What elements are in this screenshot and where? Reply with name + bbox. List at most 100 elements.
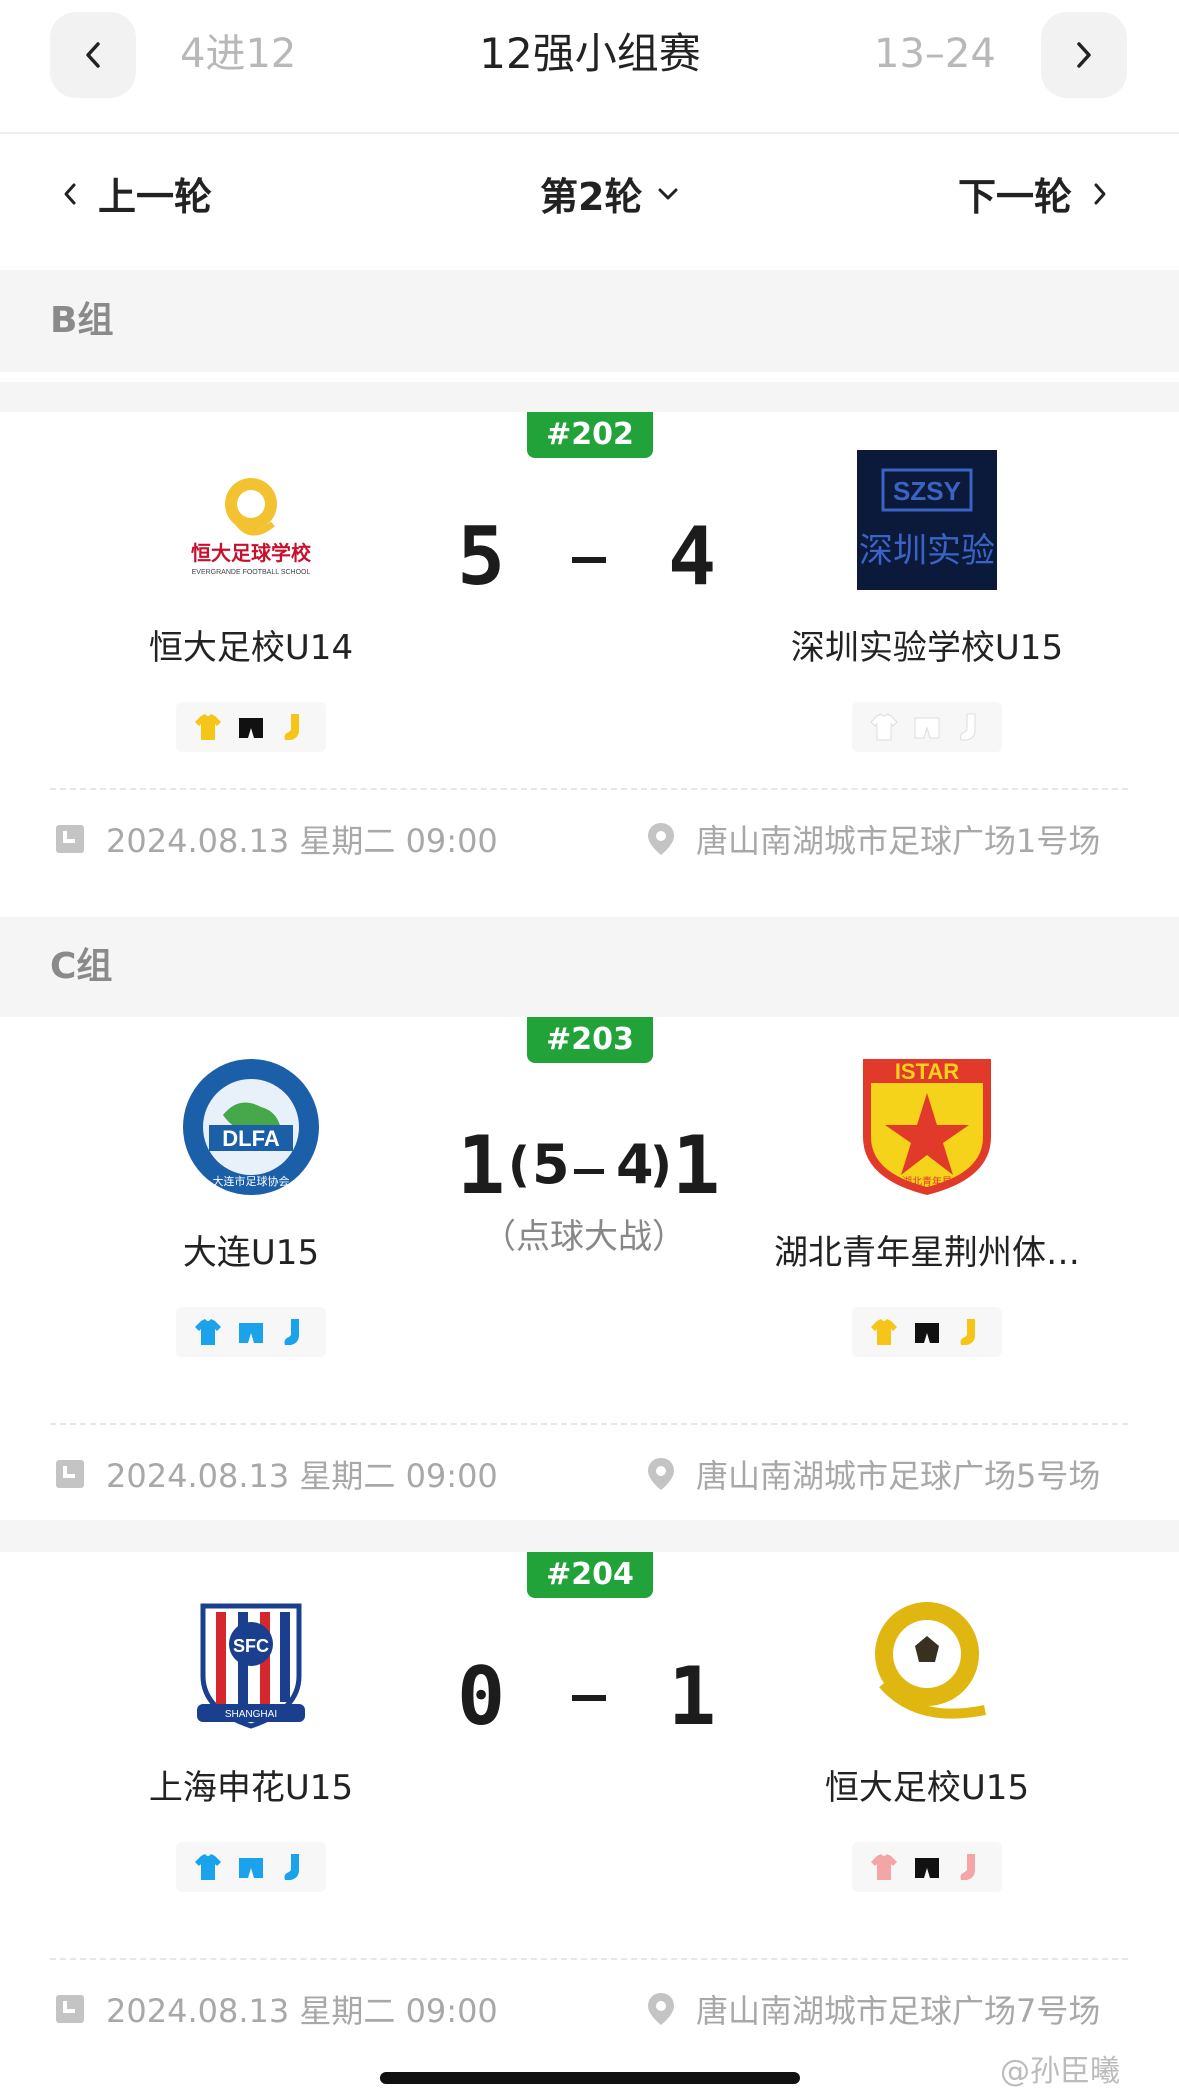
logo-text: ISTAR [895, 1059, 959, 1084]
current-round-label: 第2轮 [540, 175, 643, 219]
calendar-icon [56, 1995, 84, 2023]
team-name-home[interactable]: 恒大足校U14 [81, 620, 421, 669]
chevron-left-icon [64, 183, 76, 204]
logo-text: SZSY [893, 476, 961, 506]
penalty-score-away: 4 [616, 1133, 654, 1196]
stage-tab-prev[interactable]: 4进12 [180, 28, 300, 80]
venue-text: 唐山南湖城市足球广场7号场 [696, 1992, 1101, 2030]
team-logo-away: ISTAR 湖北青年星 [857, 1057, 997, 1197]
shorts-icon [914, 1323, 939, 1343]
match-datetime: 2024.08.13 星期二 09:00 [54, 1986, 498, 2032]
logo-subtext: 大连市足球协会 [213, 1174, 290, 1188]
shorts-icon [914, 717, 940, 739]
match-venue: 唐山南湖城市足球广场7号场 [646, 1986, 1100, 2032]
score-home: 5 [457, 510, 508, 603]
socks-icon [284, 714, 300, 740]
score-home: 1 [457, 1119, 508, 1212]
socks-icon [960, 1319, 976, 1345]
round-bar: 上一轮 第2轮 下一轮 [0, 136, 1179, 270]
team-name-away[interactable]: 湖北青年星荆州体… [757, 1225, 1097, 1274]
chevron-right-icon [1077, 42, 1091, 68]
socks-icon [284, 1854, 300, 1880]
kit-colors-away [852, 1307, 1002, 1357]
kit-colors-home [176, 1307, 326, 1357]
stage-tab-next[interactable]: 13–24 [874, 28, 999, 80]
shorts-icon [914, 1858, 939, 1878]
location-pin-icon [648, 1458, 674, 1490]
shorts-icon [238, 1323, 263, 1343]
kit-colors-away [852, 1842, 1002, 1892]
logo-text: 恒大足球学校 [191, 541, 312, 565]
location-pin-icon [648, 823, 674, 855]
match-venue: 唐山南湖城市足球广场1号场 [646, 816, 1100, 862]
chevron-down-icon [658, 188, 678, 199]
venue-text: 唐山南湖城市足球广场5号场 [696, 1457, 1101, 1495]
stage-tab-current[interactable]: 12强小组赛 [380, 26, 800, 82]
chevron-right-icon [1094, 183, 1106, 204]
group-header-b: B组 [0, 270, 1179, 372]
penalty-score-home: 5 [532, 1133, 570, 1196]
round-selector[interactable]: 第2轮 [540, 166, 680, 221]
team-name-away[interactable]: 恒大足校U15 [757, 1760, 1097, 1809]
score-separator [572, 557, 606, 563]
next-stage-button[interactable] [1041, 12, 1127, 98]
watermark: @孙臣曦 [1000, 2054, 1120, 2089]
chevron-left-icon [86, 42, 100, 68]
shirt-icon [870, 1319, 897, 1345]
logo-subtext: SHANGHAI [225, 1709, 277, 1720]
shorts-icon [238, 718, 263, 738]
stage-bar: 4进12 12强小组赛 13–24 [0, 0, 1179, 134]
team-logo-home: DLFA 大连市足球协会 [181, 1057, 321, 1197]
logo-subtext: 湖北青年星 [902, 1175, 952, 1188]
group-header-c: C组 [0, 917, 1179, 1017]
logo-text: DLFA [222, 1126, 280, 1151]
match-number-badge: #203 [527, 1017, 653, 1063]
shorts-icon [238, 1858, 263, 1878]
score-away: 4 [668, 510, 719, 603]
team-name-away[interactable]: 深圳实验学校U15 [757, 620, 1097, 669]
section-gap [0, 382, 1179, 412]
match-datetime: 2024.08.13 星期二 09:00 [54, 816, 498, 862]
team-logo-away [857, 1592, 997, 1732]
shirt-icon [194, 1319, 221, 1345]
kit-colors-home [176, 702, 326, 752]
penalty-close-paren: ) [650, 1137, 672, 1193]
shirt-icon [194, 1854, 221, 1880]
logo-text: SFC [233, 1636, 269, 1656]
prev-stage-button[interactable] [50, 12, 136, 98]
penalty-note: （点球大战） [482, 1217, 686, 1257]
match-datetime: 2024.08.13 星期二 09:00 [54, 1451, 498, 1497]
team-name-home[interactable]: 上海申花U15 [81, 1760, 421, 1809]
next-round-label: 下一轮 [958, 175, 1073, 219]
score-home: 0 [457, 1650, 508, 1743]
venue-text: 唐山南湖城市足球广场1号场 [696, 822, 1101, 860]
match-card[interactable]: #202 恒大足球学校 EVERGRANDE FOOTBALL SCHOOL 恒… [0, 412, 1179, 917]
match-venue: 唐山南湖城市足球广场5号场 [646, 1451, 1100, 1497]
match-card[interactable]: #204 SFC SHANGHAI 上海申花U15 0 1 恒大足校U15 20… [0, 1552, 1179, 2052]
next-round-button[interactable]: 下一轮 [958, 166, 1108, 221]
socks-icon [960, 1854, 976, 1880]
shirt-icon [869, 713, 898, 741]
kit-colors-away [852, 702, 1002, 752]
match-number-badge: #202 [527, 412, 653, 458]
prev-round-button[interactable]: 上一轮 [62, 166, 212, 221]
card-divider [50, 788, 1128, 790]
home-indicator[interactable] [380, 2072, 800, 2084]
penalty-open-paren: ( [508, 1137, 530, 1193]
card-divider [50, 1958, 1128, 1960]
shirt-icon [194, 714, 221, 740]
team-name-home[interactable]: 大连U15 [81, 1225, 421, 1274]
logo-subtext: EVERGRANDE FOOTBALL SCHOOL [192, 569, 311, 576]
section-gap [0, 1520, 1179, 1552]
datetime-text: 2024.08.13 星期二 09:00 [106, 822, 498, 860]
score-away: 1 [672, 1119, 723, 1212]
logo-subtext: 深圳实验 [859, 531, 995, 571]
datetime-text: 2024.08.13 星期二 09:00 [106, 1457, 498, 1495]
team-logo-away: SZSY 深圳实验 [857, 450, 997, 590]
team-logo-home: 恒大足球学校 EVERGRANDE FOOTBALL SCHOOL [181, 462, 321, 602]
location-pin-icon [648, 1993, 674, 2025]
socks-icon [284, 1319, 300, 1345]
calendar-icon [56, 825, 84, 853]
prev-round-label: 上一轮 [98, 175, 213, 219]
match-card[interactable]: #203 DLFA 大连市足球协会 大连U15 1 ( 5 4 ) 1 （点球大… [0, 1017, 1179, 1520]
